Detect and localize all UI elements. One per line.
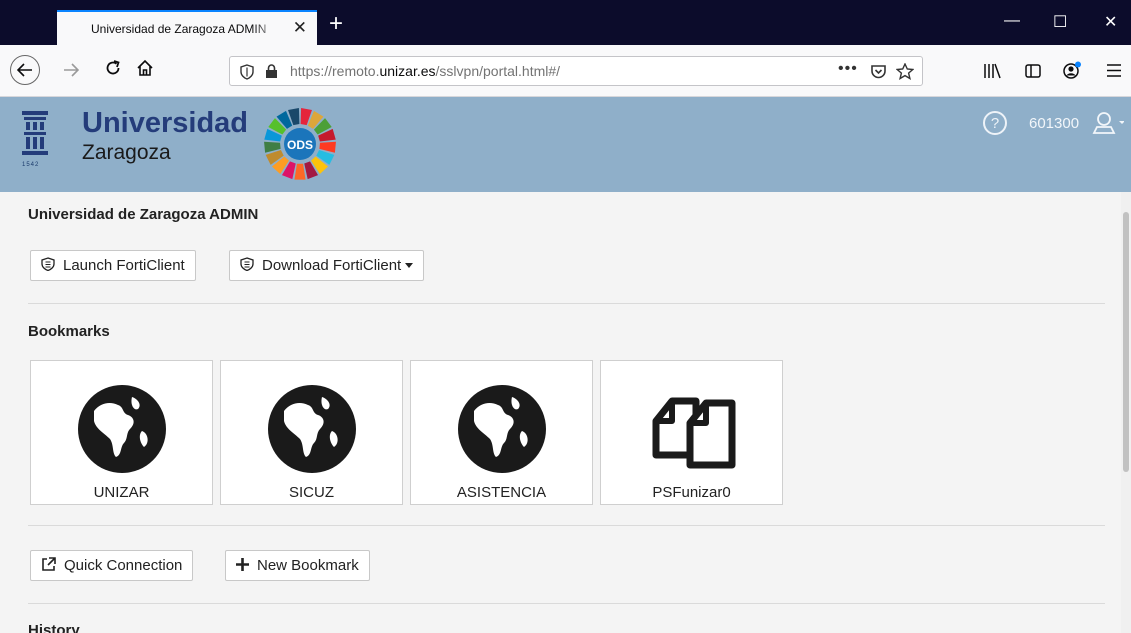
bookmarks-title: Bookmarks <box>28 323 110 340</box>
page-actions-icon[interactable]: ••• <box>838 60 858 78</box>
account-icon[interactable] <box>1062 61 1082 81</box>
pocket-icon[interactable] <box>870 64 887 80</box>
tab-close-icon[interactable]: ✕ <box>293 19 307 37</box>
globe-icon <box>78 385 166 473</box>
back-arrow-icon <box>17 63 32 77</box>
bookmark-label: UNIZAR <box>93 484 150 501</box>
bookmark-label: PSFunizar0 <box>652 484 731 501</box>
dropdown-caret-icon <box>405 263 414 268</box>
scroll-thumb[interactable] <box>1123 212 1129 472</box>
bookmark-star-icon[interactable] <box>896 63 914 80</box>
sidebar-icon[interactable] <box>1025 63 1041 79</box>
library-icon[interactable] <box>983 63 1001 79</box>
divider <box>28 303 1105 304</box>
forticlient-icon <box>41 257 55 274</box>
scrollbar[interactable] <box>1121 192 1131 633</box>
bookmark-tile-asistencia[interactable]: ASISTENCIA <box>410 360 593 505</box>
divider <box>28 603 1105 604</box>
home-button[interactable] <box>136 59 154 83</box>
forward-arrow-icon <box>64 63 80 77</box>
portal-content: Universidad de Zaragoza ADMIN Launch For… <box>0 192 1121 633</box>
copy-files-icon <box>652 397 736 469</box>
portal-title: Universidad de Zaragoza ADMIN <box>28 206 259 223</box>
home-icon <box>137 59 153 76</box>
forticlient-icon <box>240 257 254 274</box>
bookmark-label: SICUZ <box>289 484 334 501</box>
shield-icon[interactable] <box>240 64 254 80</box>
back-button[interactable] <box>10 55 40 85</box>
help-icon[interactable]: ? <box>983 111 1007 135</box>
logo-subtitle: Zaragoza <box>82 141 171 164</box>
user-menu-icon[interactable] <box>1092 111 1124 135</box>
ods-ring-segment <box>294 163 306 180</box>
bookmark-tile-sicuz[interactable]: SICUZ <box>220 360 403 505</box>
download-forticlient-button[interactable]: Download FortiClient <box>229 250 425 281</box>
logo-title: Universidad <box>82 107 248 139</box>
university-crest-icon <box>22 111 48 155</box>
bookmark-tile-unizar[interactable]: UNIZAR <box>30 360 213 505</box>
plus-icon <box>236 557 249 574</box>
download-forticlient-label: Download FortiClient <box>262 257 402 274</box>
new-bookmark-label: New Bookmark <box>257 557 359 574</box>
reload-button[interactable] <box>104 59 122 83</box>
forward-button[interactable] <box>63 59 80 83</box>
globe-icon <box>458 385 546 473</box>
menu-icon[interactable] <box>1107 64 1121 77</box>
history-title: History <box>28 622 80 633</box>
launch-forticlient-label: Launch FortiClient <box>63 257 185 274</box>
minimize-button[interactable]: — <box>1004 12 1020 30</box>
logo-year: 1542 <box>22 162 40 168</box>
divider <box>28 525 1105 526</box>
browser-tab-strip: Universidad de Zaragoza ADMIN ✕ + — ☐ ✕ <box>0 0 1131 45</box>
portal-header: 1542 Universidad Zaragoza ODS ? 601300 <box>0 97 1131 192</box>
lock-icon[interactable] <box>265 64 278 79</box>
reload-icon <box>106 60 120 75</box>
launch-forticlient-button[interactable]: Launch FortiClient <box>30 250 196 281</box>
quick-connection-button[interactable]: Quick Connection <box>30 550 194 581</box>
browser-tab[interactable]: Universidad de Zaragoza ADMIN ✕ <box>57 10 317 45</box>
browser-navbar: https://remoto.unizar.es/sslvpn/portal.h… <box>0 45 1131 97</box>
globe-icon <box>268 385 356 473</box>
url-bar[interactable]: https://remoto.unizar.es/sslvpn/portal.h… <box>229 56 923 86</box>
bookmark-label: ASISTENCIA <box>456 484 547 501</box>
external-link-icon <box>41 556 56 575</box>
new-tab-button[interactable]: + <box>329 12 343 36</box>
tab-title: Universidad de Zaragoza ADMIN <box>91 21 267 36</box>
quick-connection-label: Quick Connection <box>64 557 183 574</box>
window-close-button[interactable]: ✕ <box>1104 12 1117 32</box>
maximize-button[interactable]: ☐ <box>1053 12 1067 32</box>
ods-label: ODS <box>287 138 313 152</box>
new-bookmark-button[interactable]: New Bookmark <box>225 550 370 581</box>
user-id[interactable]: 601300 <box>1029 115 1079 132</box>
url-text: https://remoto.unizar.es/sslvpn/portal.h… <box>290 63 561 79</box>
bookmark-tile-psfunizar0[interactable]: PSFunizar0 <box>600 360 783 505</box>
ods-logo-icon: ODS <box>264 108 336 180</box>
